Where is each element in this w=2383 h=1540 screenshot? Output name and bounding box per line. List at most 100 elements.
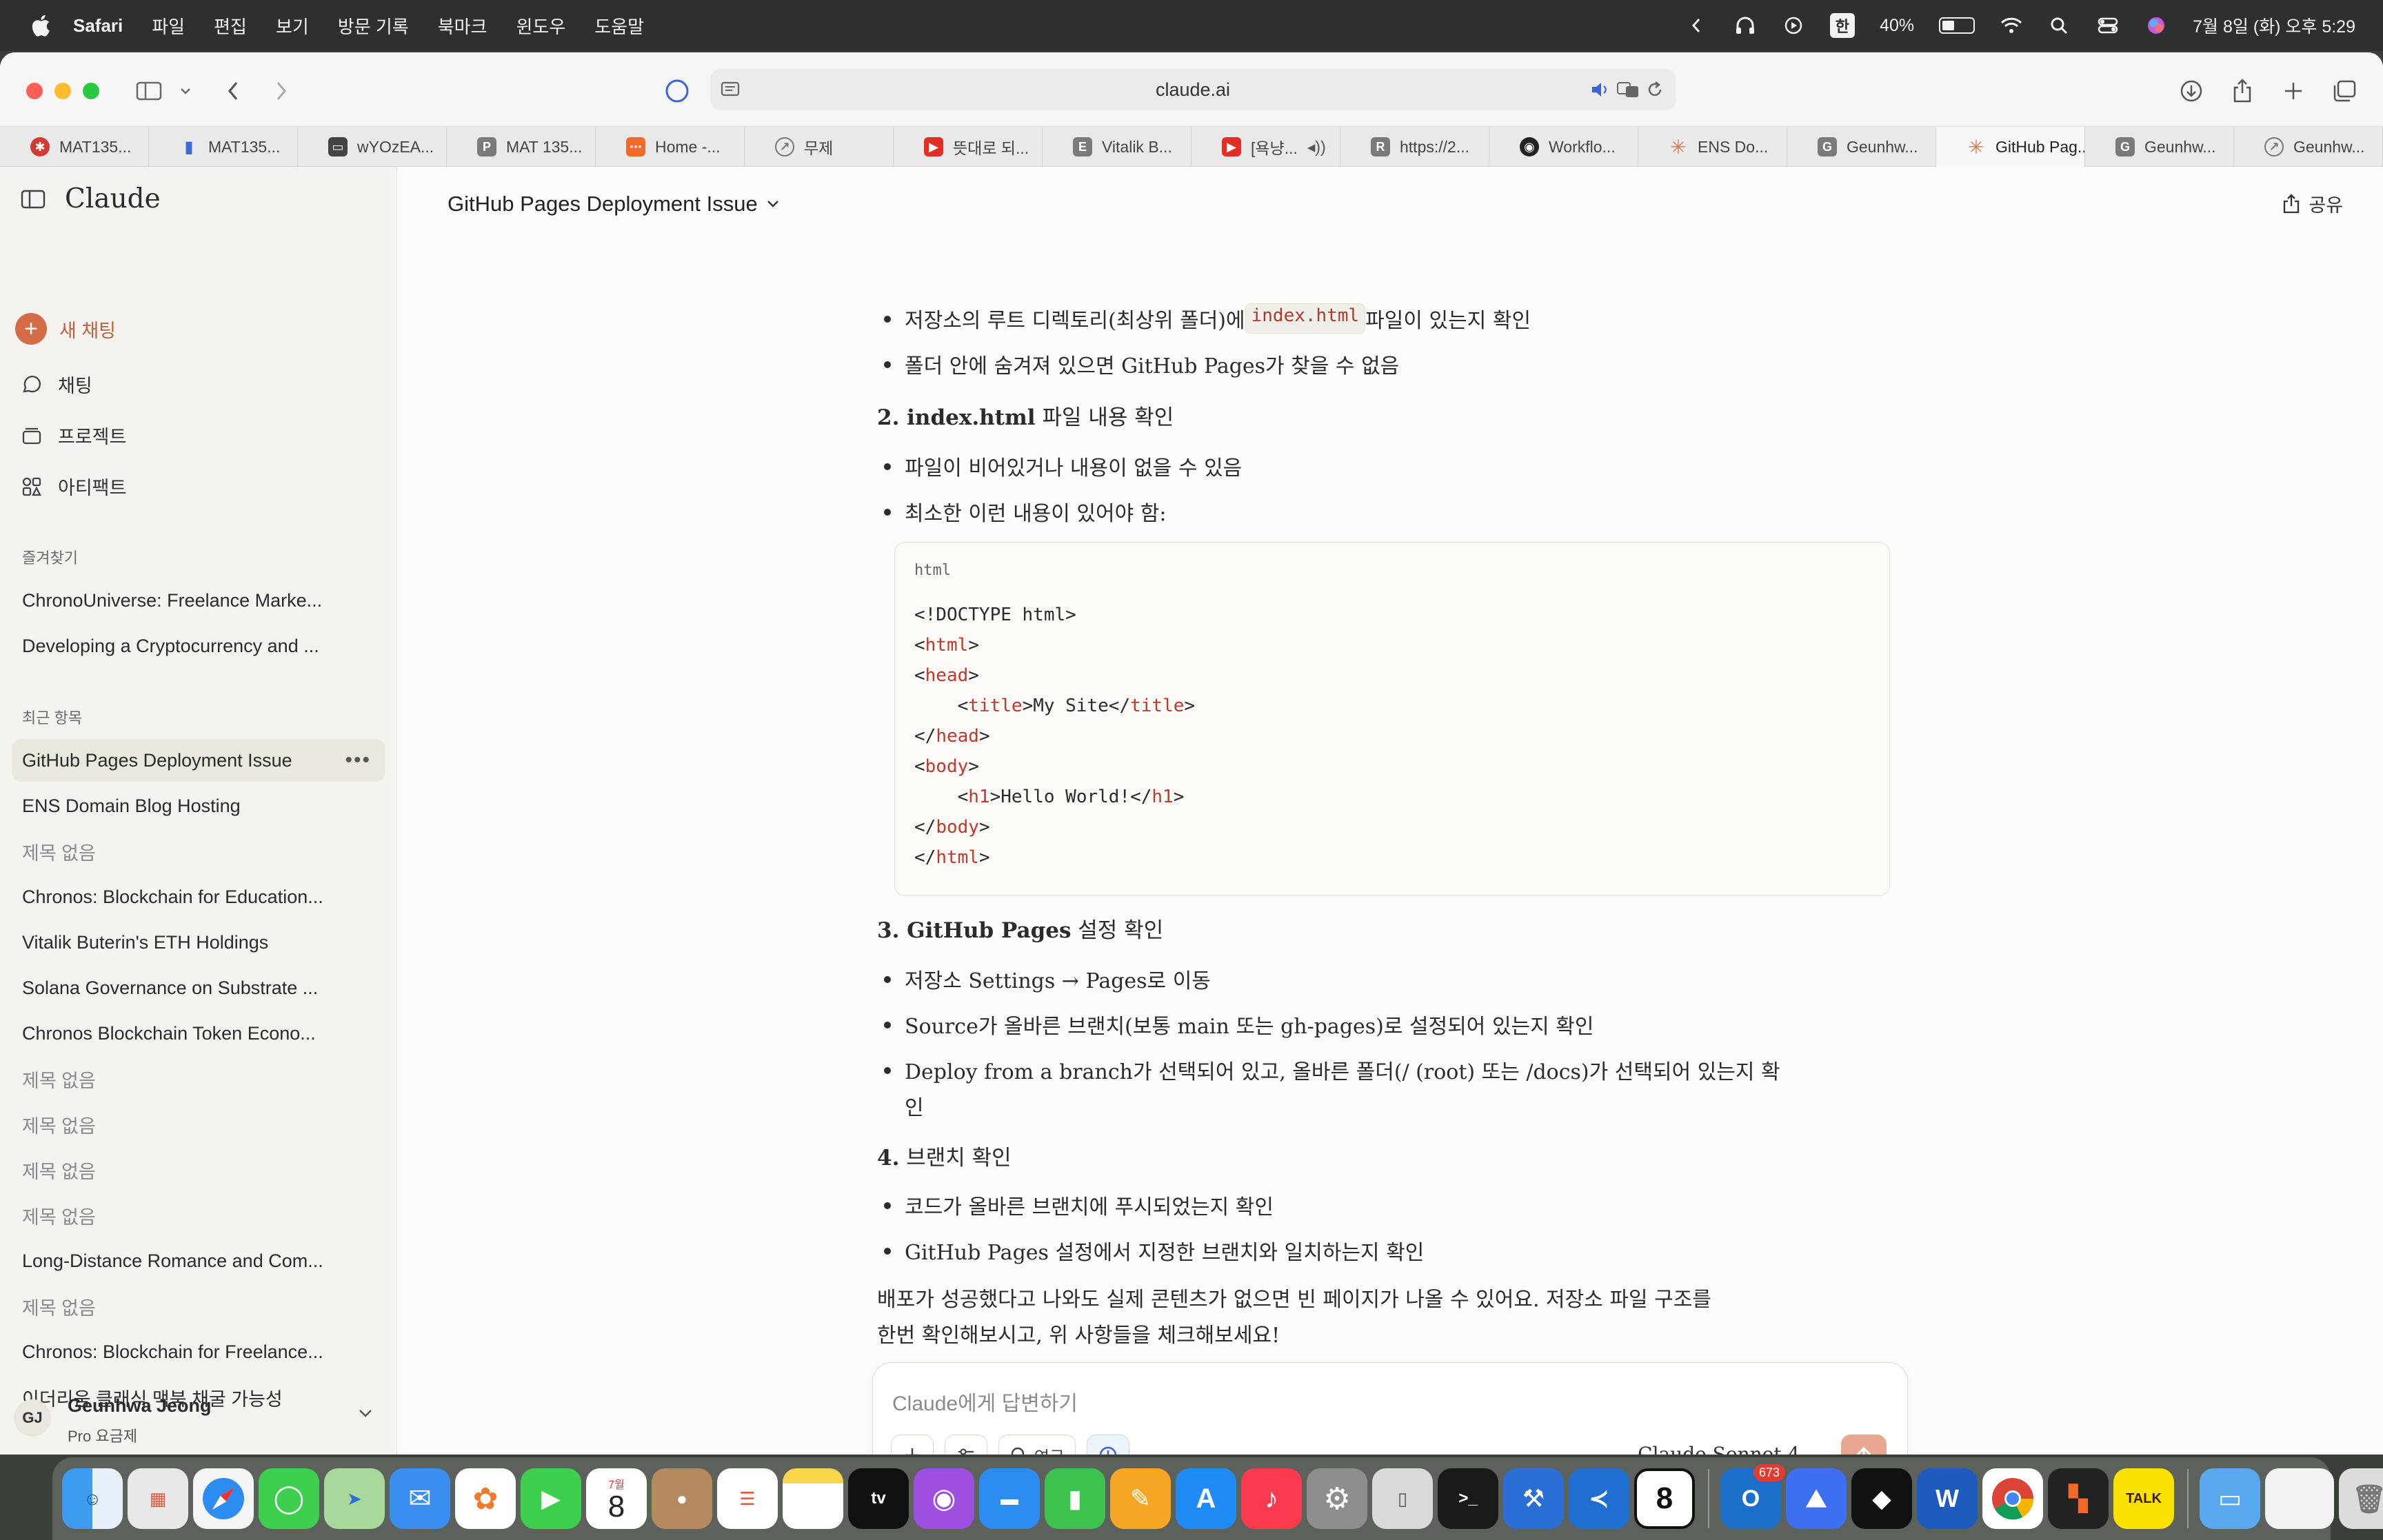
apple-tv-icon[interactable]: tv xyxy=(848,1468,909,1529)
notes-icon[interactable] xyxy=(783,1468,843,1529)
siri-icon[interactable] xyxy=(2144,15,2168,36)
more-options-icon[interactable]: ••• xyxy=(345,749,371,772)
menu-file[interactable]: 파일 xyxy=(152,13,185,39)
model-selector[interactable]: Claude Sonnet 4 ⌄ xyxy=(1638,1443,1818,1455)
messages-icon[interactable]: ◯ xyxy=(259,1468,319,1529)
research-button[interactable]: 연구 xyxy=(998,1435,1076,1455)
calendar-8-icon[interactable]: 8 xyxy=(1634,1468,1695,1529)
spotlight-search-icon[interactable] xyxy=(2048,15,2071,36)
kakaotalk-icon[interactable]: TALK xyxy=(2113,1468,2174,1529)
user-account-menu[interactable]: GJ Geunhwa Jeong Pro 요금제 xyxy=(14,1390,386,1452)
add-attachment-button[interactable] xyxy=(891,1435,934,1455)
recent-chat-item[interactable]: 제목 없음 xyxy=(12,1285,385,1328)
page-menu-icon[interactable] xyxy=(720,81,741,99)
reply-input[interactable]: Claude에게 답변하기 xyxy=(892,1386,1078,1417)
recent-chat-item[interactable]: 제목 없음 xyxy=(12,1148,385,1191)
battery-icon[interactable] xyxy=(1939,17,1975,34)
tab-overview-button[interactable] xyxy=(2329,74,2360,108)
browser-tab[interactable]: ✳ ENS Do... xyxy=(1638,127,1787,167)
outlook-icon[interactable]: O 673 xyxy=(1720,1464,1785,1529)
browser-tab[interactable]: E Vitalik B... xyxy=(1043,127,1192,167)
contacts-icon[interactable]: ● xyxy=(652,1468,712,1529)
minimize-window-button[interactable] xyxy=(54,83,71,99)
launchpad-icon[interactable]: ▦ xyxy=(128,1468,188,1529)
url-text[interactable]: claude.ai xyxy=(1156,79,1230,101)
menu-help[interactable]: 도움말 xyxy=(594,13,644,39)
keynote-icon[interactable]: ▬ xyxy=(979,1468,1040,1529)
terminal-icon[interactable]: >_ xyxy=(1438,1468,1498,1529)
numbers-icon[interactable]: ▮ xyxy=(1045,1468,1105,1529)
browser-tab[interactable]: ⋯ Home -... xyxy=(596,127,745,167)
back-button[interactable] xyxy=(219,74,247,108)
share-page-button[interactable] xyxy=(2227,74,2258,108)
sidebar-nav-artifacts[interactable]: 아티팩트 xyxy=(21,473,126,500)
browser-tab[interactable]: ▶ [욕냥... ◂)) xyxy=(1192,127,1340,167)
browser-tab-active[interactable]: ✳ GitHub Pag... xyxy=(1936,127,2085,167)
recent-chat-item[interactable]: Chronos: Blockchain for Freelance... xyxy=(12,1330,385,1373)
send-button[interactable] xyxy=(1841,1435,1887,1455)
headphones-icon[interactable] xyxy=(1733,15,1757,36)
share-button[interactable]: 공유 xyxy=(2282,190,2343,217)
sidebar-nav-chats[interactable]: 채팅 xyxy=(21,371,92,398)
browser-tab[interactable]: P MAT 135... xyxy=(447,127,596,167)
menu-view[interactable]: 보기 xyxy=(276,13,309,39)
claude-logo-text[interactable]: Claude xyxy=(65,183,161,214)
new-chat-button[interactable]: + 새 채팅 xyxy=(15,313,116,345)
favorite-chat-item[interactable]: ChronoUniverse: Freelance Marke... xyxy=(12,579,385,622)
browser-tab[interactable]: Rhttps://2... xyxy=(1340,127,1489,167)
sidebar-collapse-icon[interactable] xyxy=(21,189,46,210)
menu-history[interactable]: 방문 기록 xyxy=(338,13,409,39)
safari-icon[interactable] xyxy=(193,1468,254,1529)
facetime-icon[interactable]: ▶ xyxy=(521,1468,581,1529)
browser-tab[interactable]: ✱ MAT135... xyxy=(0,127,149,167)
menu-edit[interactable]: 편집 xyxy=(214,13,247,39)
system-settings-icon[interactable]: ⚙ xyxy=(1307,1468,1367,1529)
favorite-chat-item[interactable]: Developing a Cryptocurrency and ... xyxy=(12,625,385,667)
browser-tab[interactable]: G Geunhw... xyxy=(2085,127,2234,167)
menu-bookmarks[interactable]: 북마크 xyxy=(438,13,487,39)
unity-icon[interactable]: ◆ xyxy=(1851,1468,1912,1529)
recent-chat-item[interactable]: 제목 없음 xyxy=(12,1194,385,1237)
close-window-button[interactable] xyxy=(26,83,43,99)
play-circle-icon[interactable] xyxy=(1782,15,1805,36)
control-center-icon[interactable] xyxy=(2096,15,2120,36)
recent-chat-item[interactable]: 제목 없음 xyxy=(12,830,385,873)
maps-icon[interactable]: ➤ xyxy=(324,1468,385,1529)
wifi-icon[interactable] xyxy=(2000,15,2023,36)
recent-chat-item[interactable]: ENS Domain Blog Hosting xyxy=(12,784,385,827)
word-icon[interactable]: W xyxy=(1917,1468,1978,1529)
calendar-icon[interactable]: 7월 8 xyxy=(586,1468,647,1529)
browser-tab[interactable]: ▮ MAT135... xyxy=(149,127,298,167)
chevron-left-icon[interactable] xyxy=(1685,15,1709,36)
tab-audio-icon[interactable]: ◂)) xyxy=(1307,138,1326,156)
chrome-icon[interactable] xyxy=(1982,1468,2043,1529)
chat-title-dropdown[interactable]: GitHub Pages Deployment Issue xyxy=(448,192,780,216)
apple-menu-icon[interactable] xyxy=(29,13,51,38)
music-icon[interactable]: ♪ xyxy=(1241,1468,1302,1529)
app-store-icon[interactable]: A xyxy=(1176,1468,1236,1529)
iphone-mirroring-icon[interactable]: ▯ xyxy=(1372,1468,1433,1529)
speaker-audio-icon[interactable] xyxy=(1590,81,1611,99)
sidebar-nav-projects[interactable]: 프로젝트 xyxy=(21,422,126,449)
recent-chat-item[interactable]: Solana Governance on Substrate ... xyxy=(12,966,385,1009)
xcode-icon[interactable]: ⚒ xyxy=(1503,1468,1564,1529)
recent-chat-item-active[interactable]: GitHub Pages Deployment Issue ••• xyxy=(12,739,385,782)
sidebar-toggle-button[interactable] xyxy=(134,74,164,108)
reload-icon[interactable] xyxy=(1645,80,1665,99)
address-bar[interactable]: claude.ai xyxy=(710,69,1676,110)
browser-tab[interactable]: ◉ Workflo... xyxy=(1489,127,1638,167)
tab-group-dropdown[interactable] xyxy=(175,74,196,108)
forward-button[interactable] xyxy=(268,74,295,108)
reminders-icon[interactable]: ☰ xyxy=(717,1468,778,1529)
mail-icon[interactable]: ✉ xyxy=(390,1468,450,1529)
folder-icon[interactable]: ▭ xyxy=(2200,1468,2260,1529)
office-icon[interactable]: ▚ xyxy=(2048,1468,2109,1529)
clock-datetime[interactable]: 7월 8일 (화) 오후 5:29 xyxy=(2193,13,2355,38)
zoom-window-button[interactable] xyxy=(83,83,99,99)
browser-tab[interactable]: ↗ Geunhw... xyxy=(2234,127,2383,167)
downloads-stack-icon[interactable] xyxy=(2265,1468,2334,1529)
nordvpn-icon[interactable]: ⛰ xyxy=(1786,1468,1847,1529)
input-method-indicator[interactable]: 한 xyxy=(1829,13,1856,38)
code-block[interactable]: html <!DOCTYPE html> <html> <head> <titl… xyxy=(894,542,1890,896)
recent-chat-item[interactable]: Chronos Blockchain Token Econo... xyxy=(12,1012,385,1055)
